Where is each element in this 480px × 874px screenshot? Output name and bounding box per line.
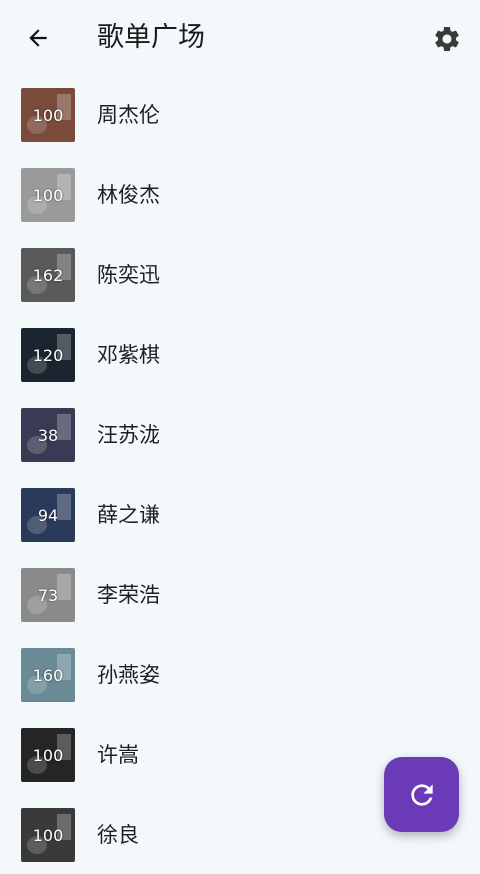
playlist-cover: 73 xyxy=(21,568,75,622)
playlist-item[interactable]: 94 薛之谦 xyxy=(0,474,480,554)
playlist-list: 100 周杰伦 100 林俊杰 162 陈奕迅 120 邓紫棋 38 汪苏泷 94 薛之谦 73 李荣浩 1… xyxy=(0,74,480,874)
song-count: 38 xyxy=(37,425,59,445)
song-count: 162 xyxy=(32,265,64,285)
playlist-name: 邓紫棋 xyxy=(97,343,160,367)
song-count: 100 xyxy=(32,825,64,845)
playlist-cover: 100 xyxy=(21,168,75,222)
playlist-cover: 100 xyxy=(21,88,75,142)
song-count: 94 xyxy=(37,505,59,525)
playlist-item[interactable]: 160 孙燕姿 xyxy=(0,634,480,714)
playlist-item[interactable]: 162 陈奕迅 xyxy=(0,234,480,314)
playlist-cover: 160 xyxy=(21,648,75,702)
playlist-cover: 100 xyxy=(21,808,75,862)
playlist-item[interactable]: 38 汪苏泷 xyxy=(0,394,480,474)
refresh-button[interactable] xyxy=(384,757,459,832)
song-count: 160 xyxy=(32,665,64,685)
playlist-item[interactable]: 100 林俊杰 xyxy=(0,154,480,234)
playlist-name: 林俊杰 xyxy=(97,183,160,207)
page-title: 歌单广场 xyxy=(97,22,205,53)
song-count: 100 xyxy=(32,185,64,205)
playlist-cover: 38 xyxy=(21,408,75,462)
settings-button[interactable] xyxy=(428,20,466,58)
playlist-name: 周杰伦 xyxy=(97,103,160,127)
playlist-cover: 94 xyxy=(21,488,75,542)
arrow-back-icon xyxy=(29,29,47,47)
back-button[interactable] xyxy=(20,20,56,56)
playlist-item[interactable]: 73 李荣浩 xyxy=(0,554,480,634)
app-bar: 歌单广场 xyxy=(0,0,480,76)
playlist-item[interactable]: 120 邓紫棋 xyxy=(0,314,480,394)
song-count: 100 xyxy=(32,105,64,125)
refresh-icon xyxy=(410,783,433,806)
playlist-name: 薛之谦 xyxy=(97,503,160,527)
playlist-cover: 162 xyxy=(21,248,75,302)
song-count: 73 xyxy=(37,585,59,605)
playlist-name: 汪苏泷 xyxy=(97,423,160,447)
playlist-cover: 120 xyxy=(21,328,75,382)
playlist-cover: 100 xyxy=(21,728,75,782)
song-count: 100 xyxy=(32,745,64,765)
playlist-name: 李荣浩 xyxy=(97,583,160,607)
playlist-name: 许嵩 xyxy=(97,743,139,767)
playlist-name: 孙燕姿 xyxy=(97,663,160,687)
gear-icon xyxy=(435,27,459,51)
song-count: 120 xyxy=(32,345,64,365)
playlist-item[interactable]: 100 周杰伦 xyxy=(0,74,480,154)
playlist-name: 徐良 xyxy=(97,823,139,847)
playlist-name: 陈奕迅 xyxy=(97,263,160,287)
